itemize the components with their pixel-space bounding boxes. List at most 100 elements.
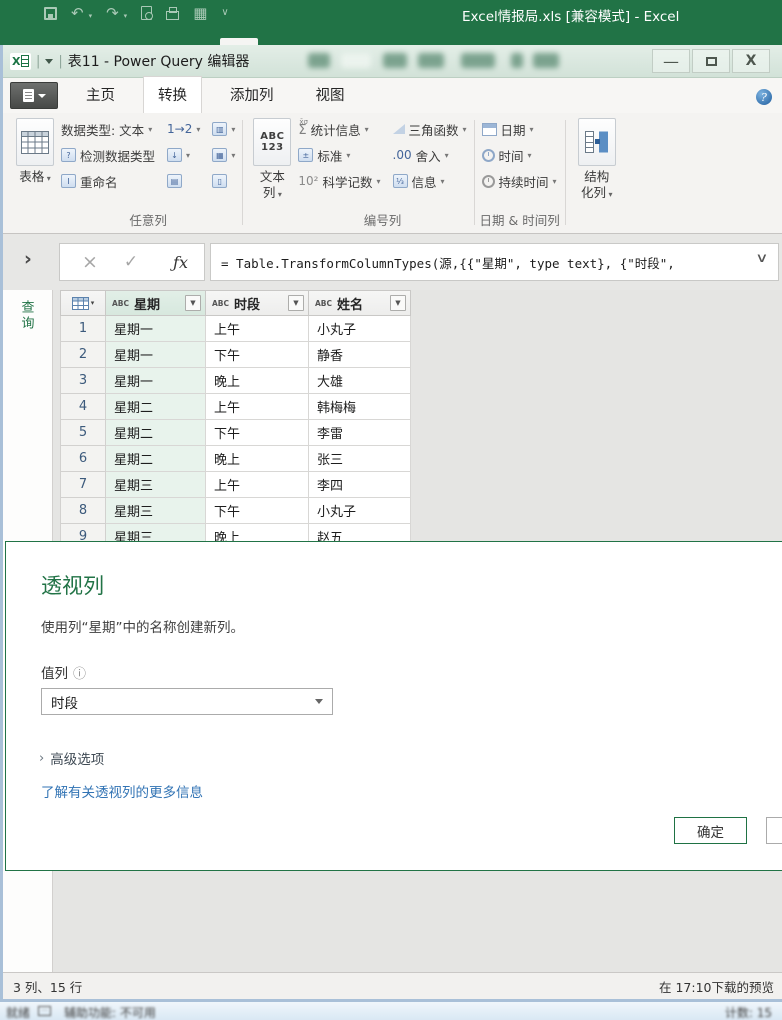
cell[interactable]: 张三 [309, 446, 411, 472]
time-button[interactable]: 时间▾ [480, 144, 560, 166]
row-number[interactable]: 3 [60, 368, 106, 394]
cell[interactable]: 星期二 [106, 446, 206, 472]
column-header-period[interactable]: ABC 时段 ▼ [206, 290, 309, 316]
filter-dropdown-icon[interactable]: ▼ [288, 295, 304, 311]
ok-button[interactable]: 确定 [674, 817, 747, 844]
cell[interactable]: 星期三 [106, 524, 206, 541]
detect-type-button[interactable]: ?检测数据类型 [59, 144, 157, 166]
row-number[interactable]: 6 [60, 446, 106, 472]
cell[interactable]: 星期一 [106, 316, 206, 342]
row-number[interactable]: 4 [60, 394, 106, 420]
cell[interactable]: 韩梅梅 [309, 394, 411, 420]
row-number[interactable]: 8 [60, 498, 106, 524]
data-type-button[interactable]: 数据类型: 文本▾ [59, 118, 157, 140]
row-number[interactable]: 7 [60, 472, 106, 498]
pq-titlebar: X | | 表11 - Power Query 编辑器 — X [3, 45, 782, 78]
tab-view[interactable]: 视图 [302, 77, 359, 113]
scientific-button[interactable]: 10²科学记数▾ [296, 170, 382, 192]
column-type-icon: ABC [212, 299, 229, 308]
cell[interactable]: 星期二 [106, 394, 206, 420]
close-button[interactable]: X [732, 49, 770, 73]
file-menu-button[interactable] [10, 82, 58, 109]
cell[interactable]: 星期三 [106, 498, 206, 524]
cell[interactable]: 晚上 [206, 446, 309, 472]
cell[interactable]: 小丸子 [309, 498, 411, 524]
cell[interactable]: 下午 [206, 498, 309, 524]
expand-formula-chevron-icon[interactable]: ∨ [756, 251, 768, 266]
cell[interactable]: 大雄 [309, 368, 411, 394]
select-all-button[interactable]: ▾ [60, 290, 106, 316]
advanced-options-toggle[interactable]: › 高级选项 [39, 748, 782, 768]
cell[interactable]: 星期二 [106, 420, 206, 446]
undo-dropdown-icon[interactable]: ▾ [89, 12, 93, 22]
expand-queries-pane-arrow[interactable]: › [24, 248, 32, 270]
titlebar-dropdown-icon[interactable] [45, 59, 53, 64]
row-number[interactable]: 9 [60, 524, 106, 541]
print-preview-icon[interactable] [141, 6, 152, 20]
tab-add-column[interactable]: 添加列 [216, 77, 288, 113]
formula-input[interactable]: = Table.TransformColumnTypes(源,{{"星期", t… [210, 243, 779, 281]
structured-column-menu-button[interactable]: 结构化列 [571, 118, 623, 231]
cell[interactable]: 下午 [206, 420, 309, 446]
print-settings-icon[interactable] [166, 11, 179, 20]
column-header-weekday[interactable]: ABC 星期 ▼ [106, 290, 206, 316]
save-icon[interactable] [44, 7, 57, 20]
rename-button[interactable]: I重命名 [59, 170, 157, 192]
date-button[interactable]: 日期▾ [480, 118, 560, 140]
information-button[interactable]: ⅓信息▾ [391, 170, 469, 192]
standard-button[interactable]: ±标准▾ [296, 144, 382, 166]
redo-dropdown-icon[interactable]: ▾ [124, 12, 128, 22]
table-menu-button[interactable]: 表格 [11, 118, 59, 231]
value-column-select[interactable]: 时段 [41, 688, 333, 715]
table-row: 8星期三下午小丸子 [60, 498, 412, 524]
filter-dropdown-icon[interactable]: ▼ [185, 295, 201, 311]
duration-button[interactable]: 持续时间▾ [480, 170, 560, 192]
tab-transform[interactable]: 转换 [143, 76, 202, 113]
fill-button[interactable]: ↓▾ [165, 144, 202, 166]
convert-to-list-button[interactable]: ▯ [210, 170, 237, 192]
cell[interactable]: 赵五 [309, 524, 411, 541]
learn-more-link[interactable]: 了解有关透视列的更多信息 [41, 781, 203, 801]
cell[interactable]: 晚上 [206, 524, 309, 541]
cell[interactable]: 上午 [206, 472, 309, 498]
table-borders-icon[interactable]: ▦ [193, 4, 207, 22]
chevron-down-icon: ▾ [186, 151, 190, 160]
cell[interactable]: 星期一 [106, 368, 206, 394]
maximize-button[interactable] [692, 49, 730, 73]
cell[interactable]: 上午 [206, 394, 309, 420]
excel-titlebar: ↶▾ ↷▾ ▦ ∨ Excel情报局.xls [兼容模式] - Excel [0, 0, 782, 28]
cell[interactable]: 星期三 [106, 472, 206, 498]
row-number[interactable]: 1 [60, 316, 106, 342]
cancel-formula-icon[interactable]: × [82, 251, 98, 273]
trigonometry-button[interactable]: 三角函数▾ [391, 118, 469, 140]
statistics-button[interactable]: x̄σΣ统计信息▾ [296, 118, 382, 140]
help-icon[interactable]: ? [756, 89, 772, 105]
text-column-menu-button[interactable]: ABC123 文本列 [248, 118, 296, 231]
structured-column-button-label: 结构化列 [579, 169, 615, 203]
cell[interactable]: 李四 [309, 472, 411, 498]
minimize-button[interactable]: — [652, 49, 690, 73]
tab-home[interactable]: 主页 [72, 77, 129, 113]
cell[interactable]: 星期一 [106, 342, 206, 368]
cell[interactable]: 上午 [206, 316, 309, 342]
accept-formula-icon[interactable]: ✓ [124, 252, 138, 272]
filter-dropdown-icon[interactable]: ▼ [390, 295, 406, 311]
redo-icon[interactable]: ↷ [106, 4, 119, 22]
replace-values-button[interactable]: 1→2▾ [165, 118, 202, 140]
pivot-column-button[interactable]: ▦▾ [210, 144, 237, 166]
cell[interactable]: 静香 [309, 342, 411, 368]
rename-icon: I [61, 174, 76, 188]
cancel-button-clipped[interactable] [766, 817, 782, 844]
column-header-name[interactable]: ABC 姓名 ▼ [309, 290, 411, 316]
undo-icon[interactable]: ↶ [71, 4, 84, 22]
cell[interactable]: 晚上 [206, 368, 309, 394]
move-button[interactable]: ▤ [165, 170, 202, 192]
customize-qat-icon[interactable]: ∨ [221, 4, 228, 22]
cell[interactable]: 下午 [206, 342, 309, 368]
cell[interactable]: 小丸子 [309, 316, 411, 342]
row-number[interactable]: 2 [60, 342, 106, 368]
rounding-button[interactable]: .00舍入▾ [391, 144, 469, 166]
cell[interactable]: 李雷 [309, 420, 411, 446]
row-number[interactable]: 5 [60, 420, 106, 446]
unpivot-columns-button[interactable]: ▥▾ [210, 118, 237, 140]
